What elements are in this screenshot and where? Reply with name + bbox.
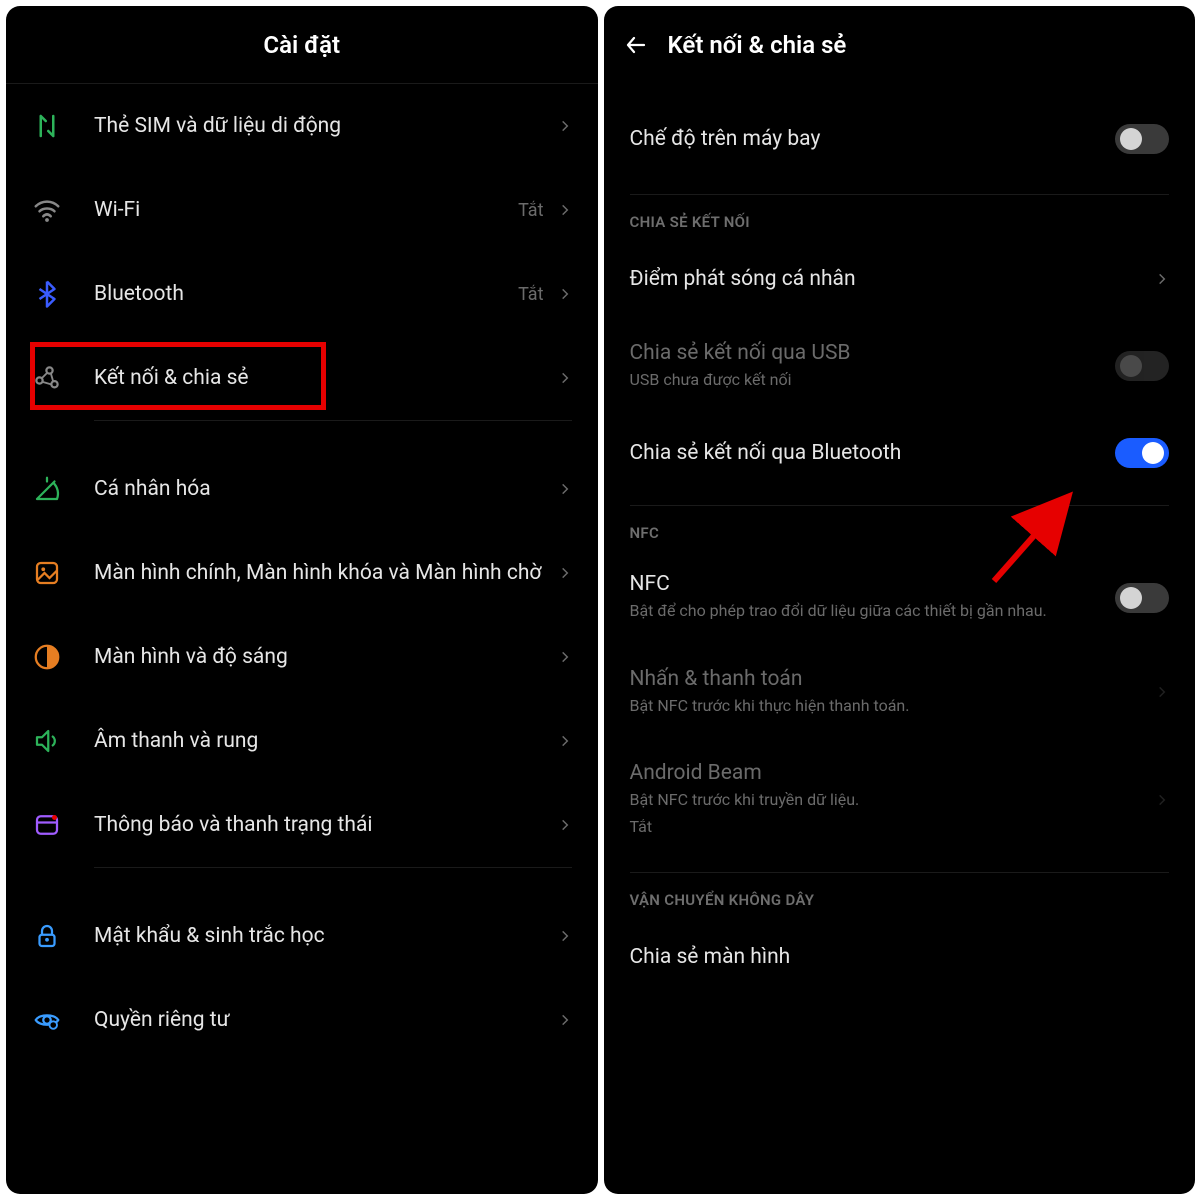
- connect-share-screen: Kết nối & chia sẻ Chế độ trên máy bay CH…: [604, 6, 1196, 1194]
- wifi-icon: [32, 195, 94, 225]
- chevron-right-icon: [1155, 793, 1169, 807]
- row-hotspot[interactable]: Điểm phát sóng cá nhân: [604, 239, 1196, 319]
- row-nfc[interactable]: NFC Bật để cho phép trao đổi dữ liệu giữ…: [604, 550, 1196, 644]
- toggle-bt-tether[interactable]: [1115, 438, 1169, 468]
- row-tap-pay: Nhấn & thanh toán Bật NFC trước khi thực…: [604, 645, 1196, 739]
- chevron-right-icon: [1155, 685, 1169, 699]
- chevron-right-icon: [558, 818, 572, 832]
- chevron-right-icon: [558, 929, 572, 943]
- row-home-screen[interactable]: Màn hình chính, Màn hình khóa và Màn hìn…: [6, 531, 598, 615]
- row-status: Tắt: [518, 284, 543, 305]
- chevron-right-icon: [558, 1013, 572, 1027]
- row-sound[interactable]: Âm thanh và rung: [6, 699, 598, 783]
- row-privacy[interactable]: Quyền riêng tư: [6, 978, 598, 1062]
- settings-header: Cài đặt: [6, 6, 598, 84]
- settings-list: Thẻ SIM và dữ liệu di động Wi-Fi Tắt Blu…: [6, 84, 598, 1062]
- page-title: Kết nối & chia sẻ: [668, 31, 847, 59]
- sound-icon: [32, 726, 94, 756]
- chevron-right-icon: [558, 566, 572, 580]
- row-sublabel: Bật NFC trước khi thực hiện thanh toán.: [630, 695, 1156, 717]
- brightness-icon: [32, 642, 94, 672]
- chevron-right-icon: [1155, 272, 1169, 286]
- row-connect-share[interactable]: Kết nối & chia sẻ: [6, 336, 598, 420]
- row-label: Màn hình chính, Màn hình khóa và Màn hìn…: [94, 561, 558, 585]
- row-status: Tắt: [630, 816, 1156, 838]
- row-label: Điểm phát sóng cá nhân: [630, 267, 1156, 291]
- detail-header: Kết nối & chia sẻ: [604, 6, 1196, 84]
- row-personalize[interactable]: Cá nhân hóa: [6, 447, 598, 531]
- row-notifications[interactable]: Thông báo và thanh trạng thái: [6, 783, 598, 867]
- row-sublabel: Bật để cho phép trao đổi dữ liệu giữa cá…: [630, 600, 1116, 622]
- privacy-icon: [32, 1005, 94, 1035]
- row-wifi[interactable]: Wi-Fi Tắt: [6, 168, 598, 252]
- row-airplane[interactable]: Chế độ trên máy bay: [604, 84, 1196, 194]
- row-sublabel: USB chưa được kết nối: [630, 369, 1116, 391]
- row-label: Kết nối & chia sẻ: [94, 366, 558, 390]
- compass-icon: [32, 474, 94, 504]
- row-label: NFC: [630, 572, 1116, 596]
- row-label: Màn hình và độ sáng: [94, 645, 558, 669]
- toggle-usb: [1115, 351, 1169, 381]
- wallpaper-icon: [32, 558, 94, 588]
- toggle-nfc[interactable]: [1115, 583, 1169, 613]
- row-label: Thẻ SIM và dữ liệu di động: [94, 114, 558, 138]
- page-title: Cài đặt: [263, 31, 340, 59]
- row-label: Thông báo và thanh trạng thái: [94, 813, 558, 837]
- row-screen-cast[interactable]: Chia sẻ màn hình: [604, 917, 1196, 997]
- row-label: Quyền riêng tư: [94, 1008, 558, 1032]
- row-label: Bluetooth: [94, 282, 518, 306]
- lock-icon: [32, 921, 94, 951]
- row-label: Android Beam: [630, 761, 1156, 785]
- toggle-airplane[interactable]: [1115, 124, 1169, 154]
- row-label: Âm thanh và rung: [94, 729, 558, 753]
- row-label: Chế độ trên máy bay: [630, 127, 1116, 151]
- chevron-right-icon: [558, 482, 572, 496]
- chevron-right-icon: [558, 287, 572, 301]
- chevron-right-icon: [558, 734, 572, 748]
- section-header-sharing: CHIA SẺ KẾT NỐI: [604, 195, 1196, 239]
- chevron-right-icon: [558, 650, 572, 664]
- row-sim-data[interactable]: Thẻ SIM và dữ liệu di động: [6, 84, 598, 168]
- row-android-beam: Android Beam Bật NFC trước khi truyền dữ…: [604, 739, 1196, 860]
- row-security[interactable]: Mật khẩu & sinh trắc học: [6, 894, 598, 978]
- row-label: Chia sẻ kết nối qua Bluetooth: [630, 441, 1116, 465]
- row-label: Mật khẩu & sinh trắc học: [94, 924, 558, 948]
- row-bluetooth[interactable]: Bluetooth Tắt: [6, 252, 598, 336]
- share-icon: [32, 363, 94, 393]
- row-label: Chia sẻ kết nối qua USB: [630, 341, 1116, 365]
- sim-icon: [32, 111, 94, 141]
- row-sublabel: Bật NFC trước khi truyền dữ liệu.: [630, 789, 1156, 811]
- row-label: Chia sẻ màn hình: [630, 945, 1170, 969]
- row-label: Wi-Fi: [94, 198, 518, 222]
- row-display[interactable]: Màn hình và độ sáng: [6, 615, 598, 699]
- chevron-right-icon: [558, 203, 572, 217]
- row-status: Tắt: [518, 200, 543, 221]
- back-arrow-icon[interactable]: [624, 33, 648, 57]
- chevron-right-icon: [558, 119, 572, 133]
- section-header-nfc: NFC: [604, 506, 1196, 550]
- notification-icon: [32, 810, 94, 840]
- row-bt-tether[interactable]: Chia sẻ kết nối qua Bluetooth: [604, 413, 1196, 493]
- settings-main-screen: Cài đặt Thẻ SIM và dữ liệu di động Wi-Fi…: [6, 6, 598, 1194]
- row-label: Cá nhân hóa: [94, 477, 558, 501]
- bluetooth-icon: [32, 279, 94, 309]
- section-header-wireless: VẬN CHUYỂN KHÔNG DÂY: [604, 873, 1196, 917]
- row-label: Nhấn & thanh toán: [630, 667, 1156, 691]
- chevron-right-icon: [558, 371, 572, 385]
- row-usb-tether: Chia sẻ kết nối qua USB USB chưa được kế…: [604, 319, 1196, 413]
